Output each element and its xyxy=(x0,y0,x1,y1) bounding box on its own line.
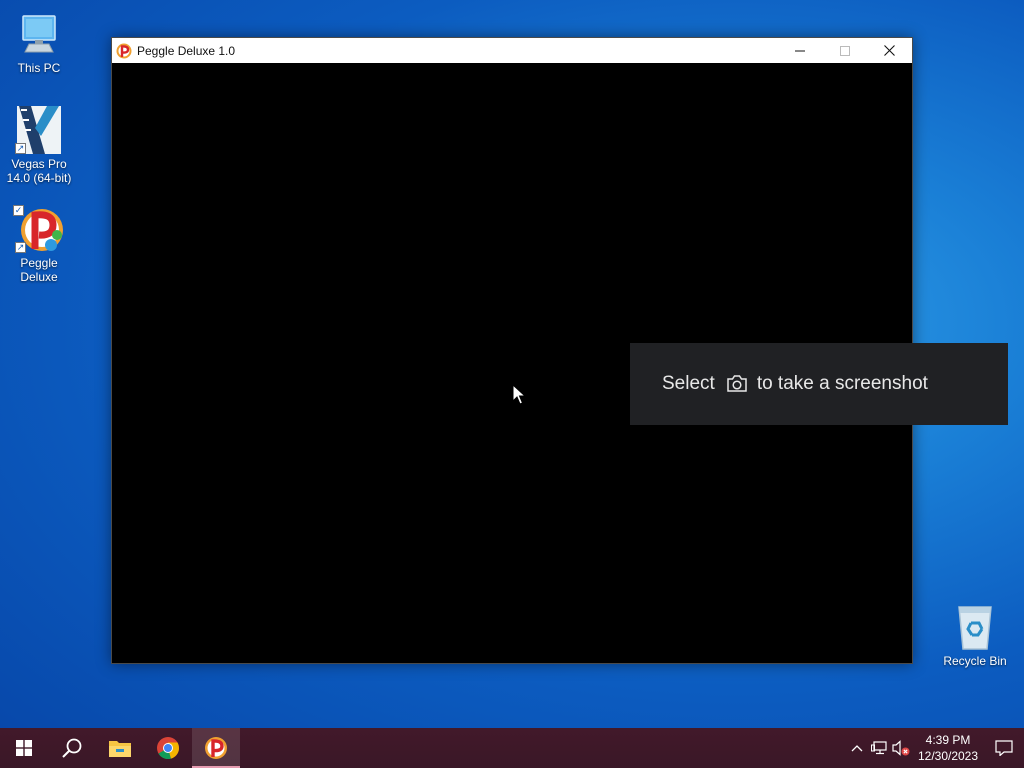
shortcut-arrow-icon: ↗ xyxy=(15,143,26,154)
search-button[interactable] xyxy=(48,728,96,768)
desktop-icon-vegas-pro[interactable]: ↗ Vegas Pro 14.0 (64-bit) xyxy=(1,106,77,185)
chrome-button[interactable] xyxy=(144,728,192,768)
peggle-icon: ✓ ↗ xyxy=(13,205,63,253)
peggle-icon xyxy=(205,737,227,759)
network-button[interactable] xyxy=(868,728,890,768)
chrome-icon xyxy=(157,737,180,760)
screenshot-toast: Select to take a screenshot xyxy=(630,343,1008,425)
taskbar: 4:39 PM 12/30/2023 xyxy=(0,728,1024,768)
minimize-button[interactable] xyxy=(777,38,822,63)
clock-time: 4:39 PM xyxy=(925,733,971,747)
maximize-icon xyxy=(839,45,850,56)
desktop-icon-label: Recycle Bin xyxy=(943,654,1007,668)
camera-icon xyxy=(726,375,748,393)
chevron-up-icon xyxy=(851,745,863,752)
recycle-bin-icon xyxy=(951,603,999,651)
desktop-icon-label: This PC xyxy=(17,61,61,75)
desktop-icon-label: Peggle Deluxe xyxy=(20,256,58,284)
window-titlebar[interactable]: Peggle Deluxe 1.0 xyxy=(112,38,912,63)
volume-muted-icon xyxy=(892,740,910,756)
peggle-icon xyxy=(116,43,132,58)
shortcut-arrow-icon: ↗ xyxy=(15,242,26,253)
close-icon xyxy=(884,45,895,56)
window-title: Peggle Deluxe 1.0 xyxy=(137,43,236,58)
computer-icon xyxy=(15,10,63,58)
desktop-icon-this-pc[interactable]: This PC xyxy=(1,10,77,75)
action-center-button[interactable] xyxy=(984,728,1024,768)
start-button[interactable] xyxy=(0,728,48,768)
show-hidden-icons-button[interactable] xyxy=(846,728,868,768)
file-explorer-button[interactable] xyxy=(96,728,144,768)
taskbar-clock[interactable]: 4:39 PM 12/30/2023 xyxy=(912,732,984,764)
desktop-icon-label: Vegas Pro 14.0 (64-bit) xyxy=(6,157,72,185)
close-button[interactable] xyxy=(867,38,912,63)
clock-date: 12/30/2023 xyxy=(917,749,979,763)
peggle-taskbar-button[interactable] xyxy=(192,728,240,768)
minimize-icon xyxy=(794,50,805,51)
volume-button[interactable] xyxy=(890,728,912,768)
maximize-button[interactable] xyxy=(822,38,867,63)
search-icon xyxy=(62,738,82,758)
desktop-icon-recycle-bin[interactable]: Recycle Bin xyxy=(937,603,1013,668)
mouse-cursor-icon xyxy=(512,384,526,405)
network-icon xyxy=(871,741,887,755)
checkbox-icon: ✓ xyxy=(13,205,24,216)
notification-icon xyxy=(995,740,1013,756)
start-icon xyxy=(16,740,32,756)
desktop-icon-peggle-deluxe[interactable]: ✓ ↗ Peggle Deluxe xyxy=(1,205,77,284)
vegas-pro-icon: ↗ xyxy=(15,106,63,154)
system-tray: 4:39 PM 12/30/2023 xyxy=(846,728,1024,768)
file-explorer-icon xyxy=(109,741,131,757)
toast-text-before: Select xyxy=(662,373,715,394)
toast-text-after: to take a screenshot xyxy=(756,373,928,394)
